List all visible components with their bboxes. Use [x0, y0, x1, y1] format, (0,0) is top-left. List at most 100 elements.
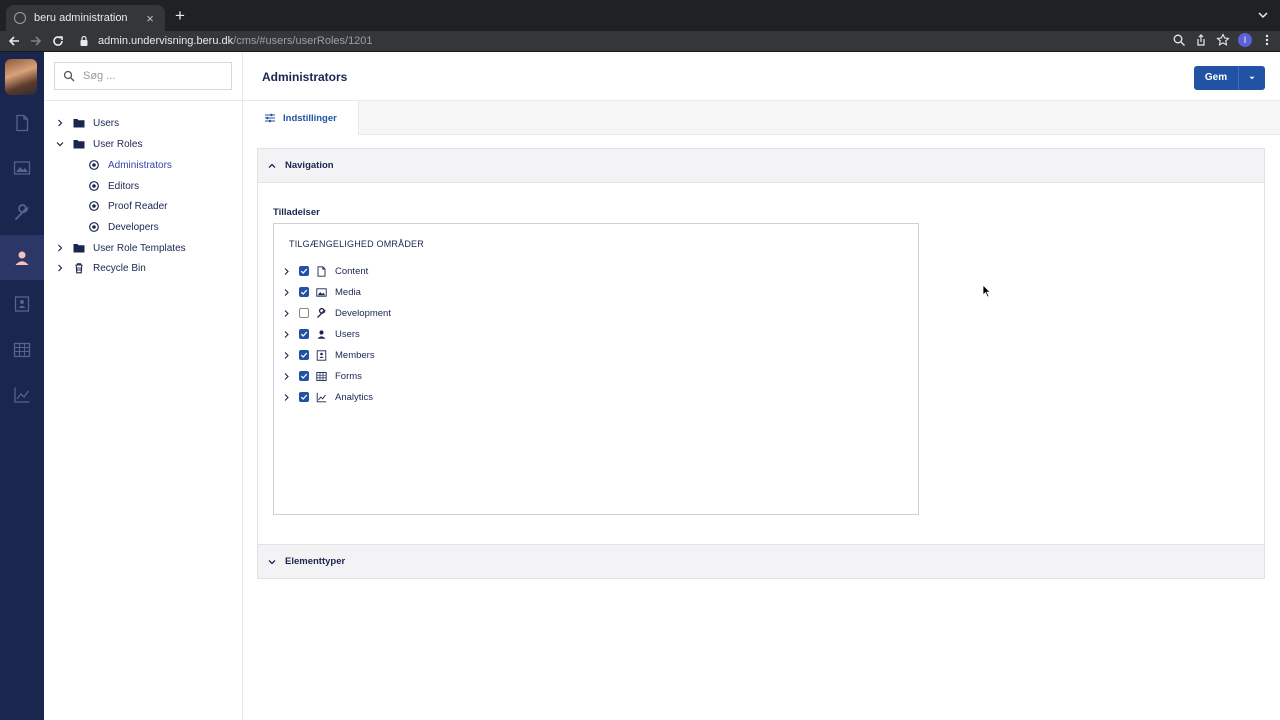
url-text: admin.undervisning.beru.dk/cms/#users/us… [98, 35, 373, 47]
editor-header: Administrators Gem [243, 52, 1280, 101]
close-tab-icon[interactable]: × [143, 11, 157, 26]
tree-item-editors[interactable]: Editors [44, 176, 243, 196]
address-bar[interactable]: admin.undervisning.beru.dk/cms/#users/us… [72, 31, 1230, 51]
chevron-right-icon[interactable] [55, 118, 65, 128]
table-icon [316, 371, 327, 381]
panel-title: Elementtyper [285, 556, 346, 567]
sub-tab-bar: Indstillinger [243, 101, 1280, 136]
tree-item-proof-reader[interactable]: Proof Reader [44, 196, 243, 216]
chart-icon [316, 392, 327, 402]
role-target-icon [89, 181, 99, 191]
chevron-right-icon[interactable] [282, 372, 291, 381]
tab-search-chevron-icon[interactable] [1256, 8, 1270, 22]
section-settings[interactable] [0, 190, 44, 235]
folder-icon [73, 119, 85, 128]
chevron-right-icon[interactable] [282, 267, 291, 276]
tab-label: Indstillinger [283, 112, 337, 124]
tab-indstillinger[interactable]: Indstillinger [243, 101, 359, 136]
panel-title: Navigation [285, 160, 334, 171]
new-tab-button[interactable]: + [172, 7, 188, 25]
permission-label: Content [335, 265, 369, 277]
chevron-down-icon[interactable] [55, 139, 65, 149]
share-icon[interactable] [1194, 33, 1208, 47]
permission-checkbox[interactable] [299, 371, 309, 381]
element-types-panel-header[interactable]: Elementtyper [258, 545, 1264, 578]
chevron-right-icon[interactable] [55, 263, 65, 273]
section-forms[interactable] [0, 327, 44, 372]
tree-item-label: Editors [108, 180, 140, 192]
chevron-right-icon[interactable] [282, 351, 291, 360]
permission-label: Analytics [335, 391, 374, 403]
cms-app: Users User Roles Administrators Editors … [0, 52, 1280, 720]
tree-item-user-role-templates[interactable]: User Role Templates [44, 238, 243, 258]
bookmark-star-icon[interactable] [1216, 33, 1230, 47]
search-icon [63, 70, 75, 82]
back-arrow-icon[interactable] [6, 33, 22, 49]
checkmark-icon [300, 268, 308, 274]
element-types-panel: Elementtyper [257, 544, 1265, 579]
kebab-menu-icon[interactable] [1260, 33, 1274, 47]
lock-icon [80, 35, 88, 46]
chevron-right-icon[interactable] [282, 288, 291, 297]
search-box[interactable] [54, 62, 232, 90]
url-path: /cms/#users/userRoles/1201 [233, 35, 373, 47]
save-options-button[interactable] [1238, 66, 1265, 90]
section-content[interactable] [0, 100, 44, 145]
zoom-icon[interactable] [1172, 33, 1186, 47]
wrench-icon [317, 307, 326, 318]
folder-icon [73, 140, 85, 149]
tab-title: beru administration [34, 12, 128, 24]
permissions-box: TILGÆNGELIGHED OMRÅDER Content Media Dev… [273, 223, 919, 515]
chevron-right-icon[interactable] [282, 393, 291, 402]
navigation-panel-header[interactable]: Navigation [258, 149, 1264, 182]
section-members[interactable] [0, 281, 44, 326]
permission-members: Members [282, 347, 582, 363]
permission-checkbox[interactable] [299, 329, 309, 339]
tree-item-recycle-bin[interactable]: Recycle Bin [44, 258, 243, 278]
tree-item-label: Recycle Bin [93, 262, 146, 274]
tree-item-label: Users [93, 117, 120, 129]
permission-checkbox[interactable] [299, 266, 309, 276]
role-target-icon [89, 201, 99, 211]
checkmark-icon [300, 352, 308, 358]
tree-item-developers[interactable]: Developers [44, 217, 243, 237]
folder-icon [73, 244, 85, 253]
tree-item-users[interactable]: Users [44, 113, 243, 133]
search-input[interactable] [83, 70, 223, 82]
reload-icon[interactable] [50, 33, 66, 49]
chart-icon [14, 387, 30, 403]
browser-tab[interactable]: beru administration × [6, 5, 165, 31]
mouse-cursor-icon [982, 284, 991, 298]
chevron-right-icon[interactable] [55, 243, 65, 253]
chevron-up-icon [268, 163, 276, 168]
section-rail [0, 52, 44, 720]
permission-checkbox[interactable] [299, 287, 309, 297]
section-users[interactable] [0, 235, 44, 280]
sliders-icon [265, 113, 275, 123]
tree-item-user-roles[interactable]: User Roles [44, 134, 243, 154]
checkmark-icon [300, 289, 308, 295]
user-avatar[interactable] [5, 59, 37, 95]
chevron-right-icon[interactable] [282, 309, 291, 318]
tree-item-label: User Roles [93, 138, 143, 150]
permission-checkbox[interactable] [299, 392, 309, 402]
tree-item-administrators[interactable]: Administrators [44, 155, 243, 175]
tree-item-label: Administrators [108, 159, 172, 171]
permission-content: Content [282, 263, 582, 279]
permission-checkbox[interactable] [299, 350, 309, 360]
image-icon [13, 160, 31, 175]
document-icon [317, 265, 326, 277]
permission-checkbox[interactable] [299, 308, 309, 318]
profile-avatar[interactable]: I [1238, 33, 1252, 47]
save-button[interactable]: Gem [1194, 66, 1238, 90]
navigation-panel-body: Tilladelser TILGÆNGELIGHED OMRÅDER Conte… [258, 182, 1264, 544]
tree-item-label: Proof Reader [108, 200, 168, 212]
tree-panel: Users User Roles Administrators Editors … [44, 52, 243, 720]
forward-arrow-icon[interactable] [28, 33, 44, 49]
chevron-right-icon[interactable] [282, 330, 291, 339]
permissions-box-title: TILGÆNGELIGHED OMRÅDER [289, 239, 424, 249]
section-analytics[interactable] [0, 372, 44, 417]
tree-divider [44, 100, 243, 101]
tree-item-label: User Role Templates [93, 242, 186, 254]
section-media[interactable] [0, 145, 44, 190]
